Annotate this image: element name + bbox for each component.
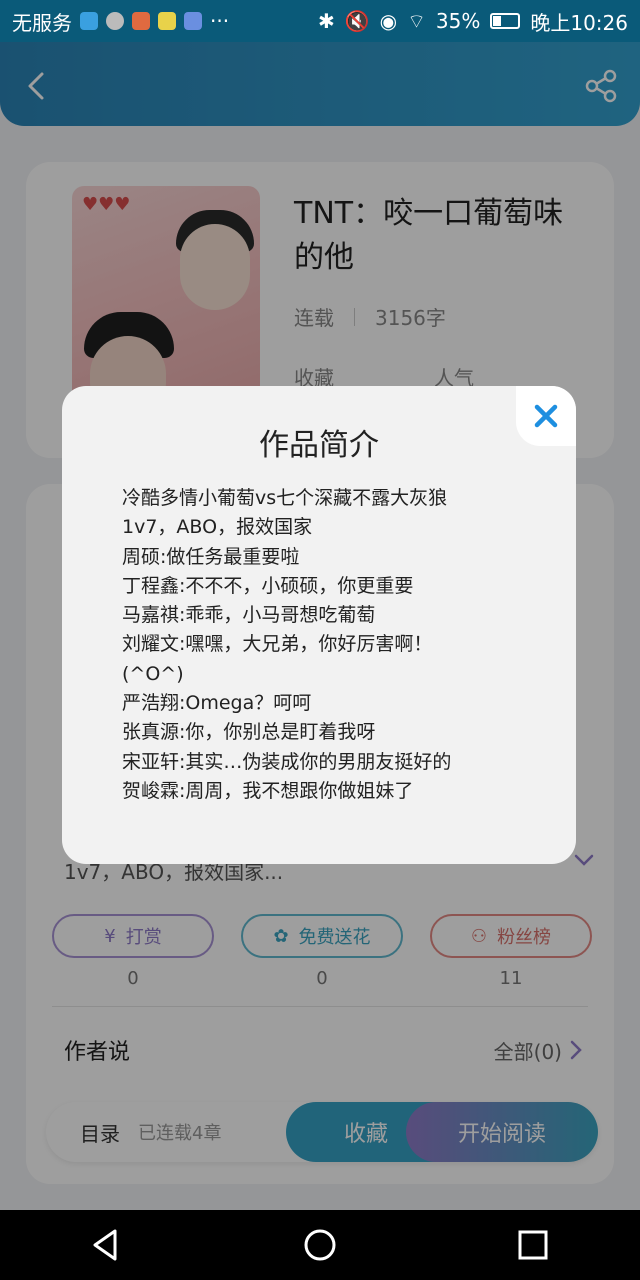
modal-title: 作品简介 bbox=[259, 428, 379, 463]
music-icon bbox=[184, 12, 202, 30]
system-nav-bar bbox=[0, 1210, 640, 1280]
synopsis-line: 1v7，ABO，报效国家 bbox=[122, 516, 313, 539]
eye-icon: ◉ bbox=[379, 9, 398, 33]
carrier-text: 无服务 bbox=[12, 10, 72, 35]
synopsis-line: 张真源:你，你别总是盯着我呀 bbox=[122, 721, 376, 744]
wifi-icon: ⌔ bbox=[407, 8, 426, 33]
synopsis-line: 贺峻霖:周周，我不想跟你做姐妹了 bbox=[122, 779, 414, 802]
app-icon bbox=[132, 12, 150, 30]
mute-icon: 🔇 bbox=[344, 9, 370, 33]
status-bar: 无服务 ··· ✱ 🔇 ◉ ⌔ 35% 晚上10:26 bbox=[0, 0, 640, 42]
synopsis-line: 马嘉祺:乖乖，小马哥想吃葡萄 bbox=[122, 604, 376, 627]
synopsis-modal: 作品简介 冷酷多情小葡萄vs七个深藏不露大灰狼 1v7，ABO，报效国家 周硕:… bbox=[62, 386, 576, 864]
recents-square-icon[interactable] bbox=[511, 1223, 555, 1267]
battery-icon bbox=[490, 13, 521, 29]
synopsis-line: 周硕:做任务最重要啦 bbox=[122, 545, 300, 568]
bluetooth-icon: ✱ bbox=[317, 9, 335, 33]
shield-icon bbox=[80, 12, 98, 30]
synopsis-line: 宋亚轩:其实…伪装成你的男朋友挺好的 bbox=[122, 750, 452, 773]
more-notifications-icon: ··· bbox=[210, 9, 230, 33]
time-text: 晚上10:26 bbox=[530, 10, 628, 35]
app-icon bbox=[158, 12, 176, 30]
synopsis-text: 冷酷多情小葡萄vs七个深藏不露大灰狼 1v7，ABO，报效国家 周硕:做任务最重… bbox=[122, 484, 542, 806]
synopsis-line: 刘耀文:嘿嘿，大兄弟，你好厉害啊！ bbox=[122, 633, 433, 656]
synopsis-line: 严浩翔:Omega？呵呵 bbox=[122, 692, 312, 715]
synopsis-line: (^O^) bbox=[122, 662, 184, 685]
qq-icon bbox=[106, 12, 124, 30]
synopsis-line: 丁程鑫:不不不，小硕硕，你更重要 bbox=[122, 574, 414, 597]
home-circle-icon[interactable] bbox=[298, 1223, 342, 1267]
battery-text: 35% bbox=[435, 9, 481, 33]
back-triangle-icon[interactable] bbox=[85, 1223, 129, 1267]
synopsis-line: 冷酷多情小葡萄vs七个深藏不露大灰狼 bbox=[122, 487, 448, 509]
